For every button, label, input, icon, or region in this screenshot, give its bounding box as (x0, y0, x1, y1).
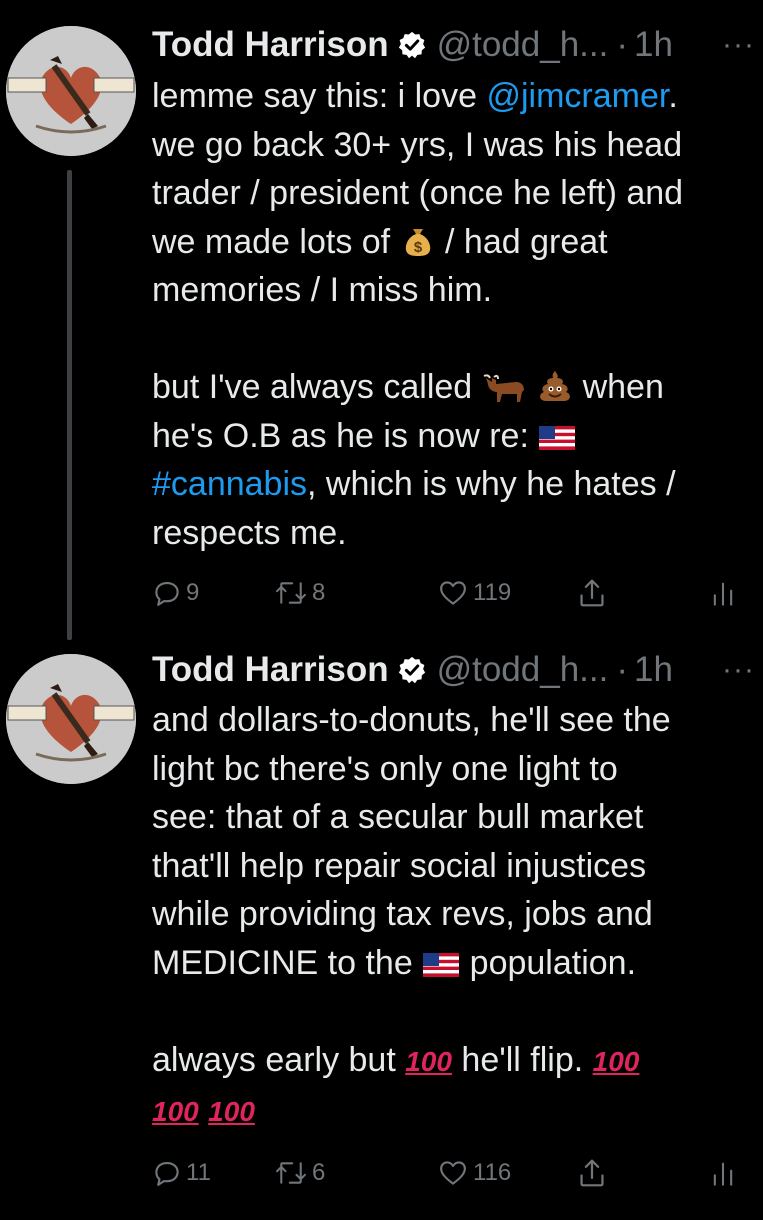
hashtag-link[interactable]: #cannabis (152, 465, 307, 503)
thread-connector (67, 170, 72, 640)
tweet[interactable]: Todd Harrison @todd_h... · 1h ··· and do… (0, 630, 763, 1220)
retweet-count: 8 (312, 579, 326, 606)
heart-icon (440, 581, 466, 605)
share-icon (580, 579, 604, 607)
tweet[interactable]: Todd Harrison @todd_h... · 1h ··· lemme … (0, 0, 763, 640)
reply-count: 9 (186, 579, 200, 606)
retweet-count: 6 (312, 1159, 326, 1186)
hundred-points-icon: 100 (592, 1045, 640, 1077)
tweet-line: always early but 100 he'll flip. 100 (152, 1040, 640, 1079)
retweet-icon (276, 582, 306, 604)
tweet-text: and dollars-to-donuts, he'll see the lig… (152, 696, 757, 1137)
like-count: 119 (473, 579, 512, 606)
tweet-line: we made lots of $ / had great (152, 222, 608, 261)
reply-count: 11 (186, 1159, 211, 1186)
avatar[interactable] (6, 654, 136, 784)
retweet-button[interactable]: 8 (274, 573, 325, 613)
tweet-header: Todd Harrison @todd_h... · 1h ··· (152, 20, 763, 70)
separator-dot: · (616, 25, 628, 64)
tweet-line: that'll help repair social injustices (152, 846, 647, 885)
avatar[interactable] (6, 26, 136, 156)
author-name[interactable]: Todd Harrison (152, 20, 389, 70)
timestamp[interactable]: 1h (634, 645, 673, 695)
tweet-line: trader / president (once he left) and (152, 174, 684, 212)
money-bag-icon: $ (405, 228, 430, 256)
share-button[interactable] (577, 573, 607, 613)
separator-dot: · (616, 650, 628, 689)
tweet-line: he's O.B as he is now re: (152, 412, 757, 461)
hundred-points-icon: 100 (208, 1096, 255, 1127)
reply-icon (155, 581, 179, 606)
tweet-line: but I've always called when (152, 368, 664, 406)
tweet-line: 100 100 (152, 1086, 757, 1137)
reply-icon (155, 1161, 179, 1186)
timestamp[interactable]: 1h (634, 20, 673, 70)
retweet-icon (276, 1162, 306, 1184)
analytics-button[interactable] (710, 573, 736, 613)
analytics-button[interactable] (710, 1153, 736, 1193)
author-handle[interactable]: @todd_h... (437, 20, 609, 70)
hundred-points-icon: 100 (152, 1096, 199, 1127)
reply-button[interactable]: 11 (152, 1153, 211, 1193)
ox-icon (483, 374, 524, 402)
tweet-line: respects me. (152, 513, 347, 552)
tweet-line: while providing tax revs, jobs and (152, 895, 653, 933)
share-button[interactable] (577, 1153, 607, 1193)
tweet-line: light bc there's only one light to (152, 749, 618, 788)
more-options-icon[interactable]: ··· (722, 645, 755, 695)
author-name[interactable]: Todd Harrison (152, 645, 389, 695)
analytics-icon (713, 1162, 733, 1186)
pile-of-poo-icon (540, 371, 571, 401)
tweet-line: memories / I miss him. (152, 271, 493, 309)
share-icon (580, 1159, 604, 1187)
tweet-line: see: that of a secular bull market (152, 798, 644, 836)
tweet-line: #cannabis, which is why he hates / (152, 465, 676, 503)
like-button[interactable]: 116 (437, 1153, 511, 1193)
hundred-points-icon: 100 (405, 1045, 452, 1077)
verified-badge-icon (398, 656, 425, 684)
more-options-icon[interactable]: ··· (722, 20, 755, 70)
us-flag-icon (423, 952, 460, 977)
author-handle[interactable]: @todd_h... (437, 645, 609, 695)
verified-badge-icon (398, 31, 425, 59)
heart-icon (440, 1161, 466, 1185)
tweet-actions: 11 6 116 (152, 1153, 752, 1193)
like-button[interactable]: 119 (437, 573, 511, 613)
reply-button[interactable]: 9 (152, 573, 199, 613)
svg-text:$: $ (413, 239, 422, 256)
us-flag-icon (539, 425, 576, 450)
tweet-line: and dollars-to-donuts, he'll see the (152, 701, 671, 739)
tweet-line: we go back 30+ yrs, I was his head (152, 125, 683, 164)
tweet-line: lemme say this: i love @jimcramer. (152, 77, 678, 115)
tweet-actions: 9 8 119 (152, 573, 752, 613)
tweet-text: lemme say this: i love @jimcramer. we go… (152, 72, 757, 557)
retweet-button[interactable]: 6 (274, 1153, 325, 1193)
heart-guitar-logo-icon (6, 26, 136, 156)
like-count: 116 (473, 1159, 512, 1186)
tweet-line: MEDICINE to the population. (152, 943, 637, 982)
analytics-icon (713, 582, 733, 606)
mention-link[interactable]: @jimcramer (486, 77, 668, 115)
heart-guitar-logo-icon (6, 654, 136, 784)
tweet-header: Todd Harrison @todd_h... · 1h ··· (152, 645, 763, 695)
